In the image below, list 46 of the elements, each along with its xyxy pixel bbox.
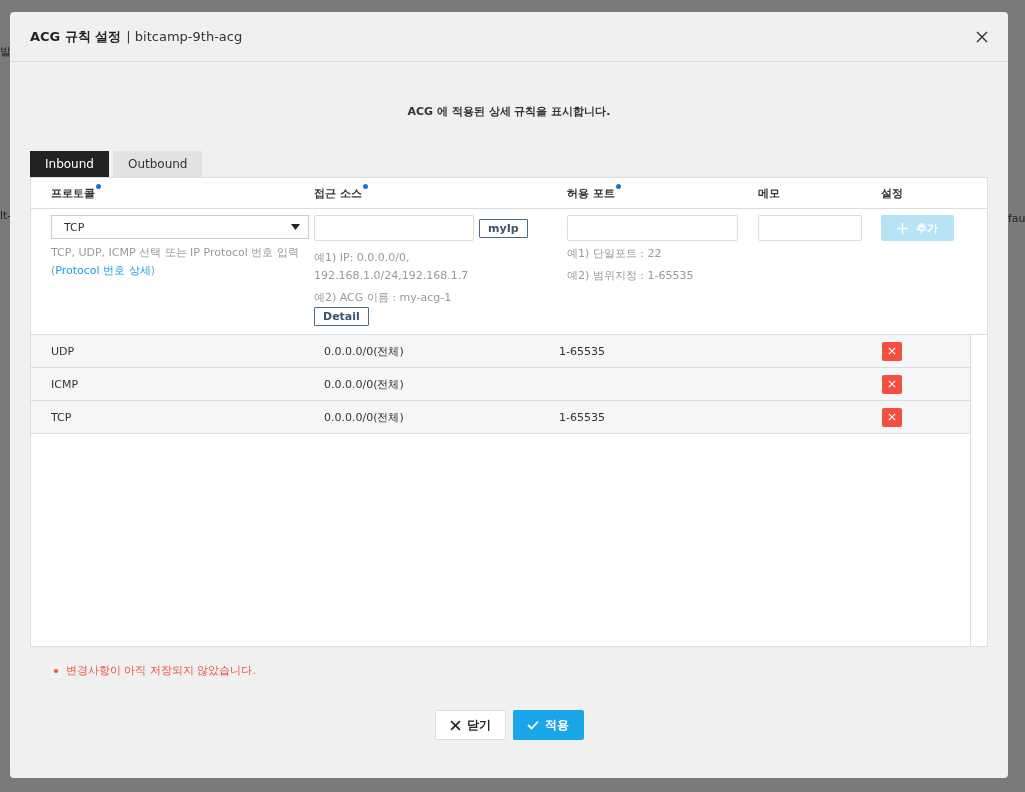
port-input[interactable] xyxy=(567,215,738,241)
column-header: 프로토콜 xyxy=(51,185,95,201)
table-cell-text: 1-65535 xyxy=(559,410,606,424)
table-cell-text: 0.0.0.0/0(전체) xyxy=(324,343,405,359)
port-hint: 예1) 단일포트 : 22 xyxy=(567,246,663,262)
background-text: lt- xyxy=(0,209,10,222)
warning-text: 변경사항이 아직 저장되지 않았습니다. xyxy=(66,663,256,678)
close-icon[interactable] xyxy=(976,30,988,43)
column-header: 접근 소스 xyxy=(314,185,362,201)
delete-button[interactable] xyxy=(882,374,902,394)
delete-button[interactable] xyxy=(882,341,902,361)
table-cell-text: ICMP xyxy=(51,377,80,391)
column-header: 허용 포트 xyxy=(567,185,615,201)
table-cell-text: UDP xyxy=(51,344,76,358)
background-text: fau xyxy=(1008,212,1025,225)
tab[interactable]: Outbound xyxy=(112,151,203,177)
column-header: 설정 xyxy=(881,185,903,201)
column-header: 메모 xyxy=(758,185,780,201)
table-cell-text: TCP xyxy=(51,410,73,424)
source-hint: 예1) IP: 0.0.0.0/0, 192.168.1.0/24,192.168.1.7 xyxy=(314,250,470,284)
delete-button[interactable] xyxy=(882,407,902,427)
check-icon xyxy=(527,720,539,730)
table-cell-text: 0.0.0.0/0(전체) xyxy=(324,409,405,425)
source-input[interactable] xyxy=(314,215,474,241)
table-cell-text: 1-65535 xyxy=(559,344,606,358)
background-text: 발 xyxy=(0,44,10,59)
dialog-subtitle: | bitcamp-9th-acg xyxy=(126,29,243,44)
port-hint: 예2) 범위지정 : 1-65535 xyxy=(567,268,695,284)
memo-input[interactable] xyxy=(758,215,862,241)
close-button[interactable]: 닫기 xyxy=(434,710,506,740)
protocol-hint: TCP, UDP, ICMP 선택 또는 IP Protocol 번호 입력 (Protocol 번호 상세) xyxy=(51,245,300,279)
close-icon xyxy=(888,413,896,421)
close-icon xyxy=(888,380,896,388)
description: ACG 에 적용된 상세 규칙을 표시합니다. xyxy=(406,104,612,120)
tab[interactable]: Inbound xyxy=(30,151,109,177)
table-cell-text: 0.0.0.0/0(전체) xyxy=(324,376,405,392)
bullet-icon xyxy=(54,668,58,673)
myip-button[interactable]: myIp xyxy=(479,218,528,238)
detail-button[interactable]: Detail xyxy=(314,307,369,326)
dialog-title: ACG 규칙 설정 xyxy=(30,27,122,46)
protocol-select[interactable]: TCP xyxy=(51,215,309,239)
close-icon xyxy=(449,719,461,731)
source-hint: 예2) ACG 이름 : my-acg-1 xyxy=(314,290,453,306)
caret-icon xyxy=(291,224,300,230)
close-icon xyxy=(888,347,896,355)
plus-icon xyxy=(897,222,908,234)
